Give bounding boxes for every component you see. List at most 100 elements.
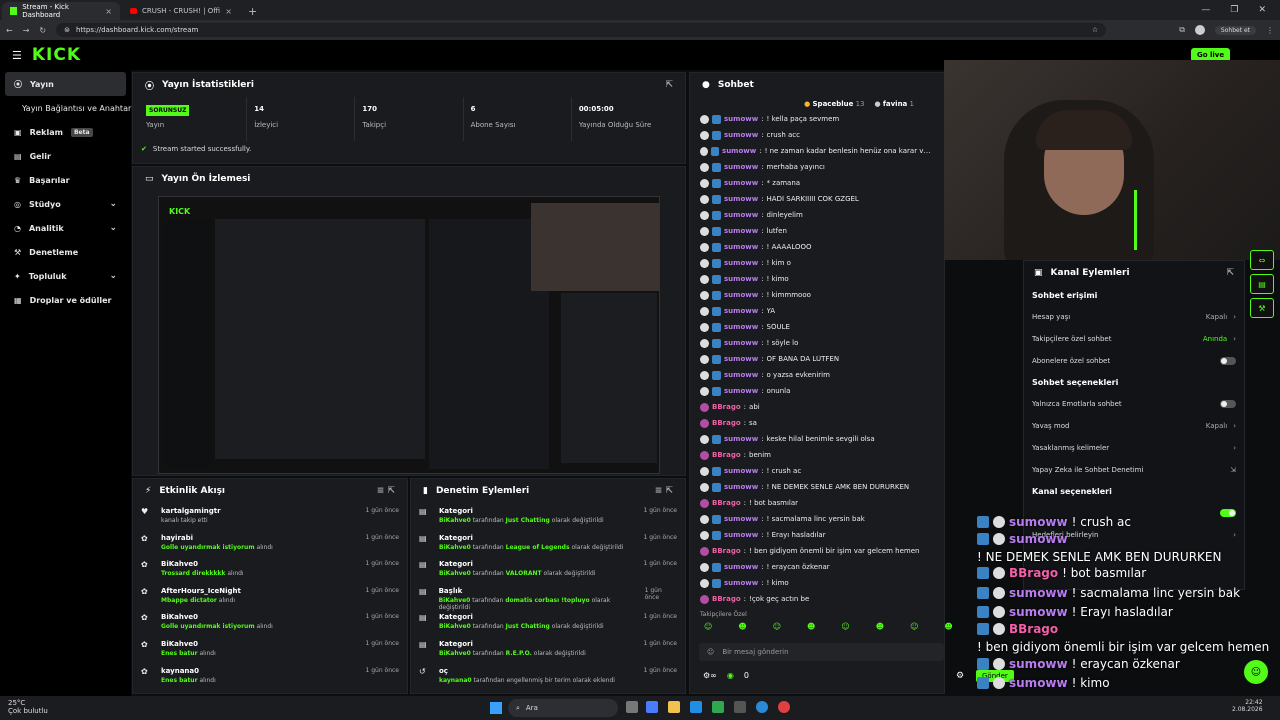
sidebar-item-gelir[interactable]: ▤ Gelir — [0, 144, 131, 168]
taskbar-app-icon[interactable] — [646, 701, 658, 713]
chat-message[interactable]: BBrago: benim — [690, 447, 944, 463]
emote-icon[interactable]: ☺ — [841, 622, 849, 631]
sidebar-item-studyo[interactable]: ◎ Stüdyo ⌄ — [0, 192, 131, 216]
chat-username[interactable]: sumoww — [724, 115, 758, 123]
sidebar-item-denetleme[interactable]: ⚒ Denetleme — [0, 240, 131, 264]
popout-icon[interactable]: ⇱ — [1226, 268, 1234, 278]
emote-icon[interactable]: ☺ — [910, 622, 918, 631]
rail-wrench-icon[interactable]: ⚒ — [1250, 298, 1274, 318]
chat-username[interactable]: sumoww — [724, 371, 758, 379]
browser-tab-kick[interactable]: Stream - Kick Dashboard × — [2, 2, 120, 20]
chat-username[interactable]: sumoww — [724, 163, 758, 171]
channel-action-row[interactable]: Yalnızca Emotlarla sohbet — [1024, 393, 1244, 415]
moderation-item[interactable]: ▤ Kategori BiKahve0 tarafından R.E.P.O. ol… — [411, 636, 685, 663]
chat-username[interactable]: sumoww — [724, 515, 758, 523]
chat-message[interactable]: sumoww:! crush ac — [690, 463, 944, 479]
chat-message[interactable]: sumoww: * zamana — [690, 175, 944, 191]
chat-username[interactable]: sumoww — [722, 147, 756, 155]
reload-icon[interactable]: ↻ — [39, 26, 46, 35]
chat-username[interactable]: BBrago — [712, 595, 741, 603]
emote-icon[interactable]: ☺ — [704, 622, 712, 631]
sidebar-item-stream-key[interactable]: Yayın Bağlantısı ve Anahtarı — [0, 96, 133, 120]
rail-link-icon[interactable]: ⇔ — [1250, 250, 1274, 270]
filter-icon[interactable]: ≡ ⇱ — [655, 486, 673, 496]
site-info-icon[interactable]: ⊜ — [64, 26, 70, 34]
taskbar-search[interactable]: ⌕ Ara — [508, 699, 618, 717]
pinned-user[interactable]: ● favina 1 — [875, 100, 915, 108]
chat-username[interactable]: sumoww — [724, 355, 758, 363]
chat-username[interactable]: sumoww — [724, 259, 758, 267]
minimize-icon[interactable]: — — [1201, 5, 1210, 15]
chat-username[interactable]: sumoww — [724, 339, 758, 347]
chat-message[interactable]: sumoww:! kim o — [690, 255, 944, 271]
activity-item[interactable]: ♥ kartalgamingtr kanalı takip etti 1 gün ön… — [133, 503, 407, 530]
chat-message[interactable]: BBrago: abi — [690, 399, 944, 415]
new-tab-button[interactable]: + — [240, 2, 265, 20]
chat-message[interactable]: sumoww:! AAAALOOO — [690, 239, 944, 255]
chat-message[interactable]: sumoww:! kella paça sevmem — [690, 111, 944, 127]
chat-message[interactable]: sumoww: lutfen — [690, 223, 944, 239]
chat-username[interactable]: sumoww — [724, 435, 758, 443]
browser-tab-youtube[interactable]: CRUSH - CRUSH! | Official Music V × — [122, 2, 240, 20]
taskbar-app-icon[interactable] — [690, 701, 702, 713]
channel-action-row[interactable]: Yapay Zeka ile Sohbet Denetimi ⇲ — [1024, 459, 1244, 481]
forward-icon[interactable]: → — [23, 26, 30, 35]
taskbar-app-icon[interactable] — [712, 701, 724, 713]
stream-preview-video[interactable]: KICK — [158, 196, 660, 474]
activity-item[interactable]: ✿ hayirabi Golle uyandırmak istiyorum alın… — [133, 530, 407, 557]
menu-dots-icon[interactable]: ⋮ — [1266, 26, 1274, 35]
activity-item[interactable]: ✿ BiKahve0 Golle uyandırmak istiyorum alın… — [133, 609, 407, 636]
chat-username[interactable]: BBrago — [712, 403, 741, 411]
chat-username[interactable]: sumoww — [724, 563, 758, 571]
emote-icon[interactable]: ☺ — [773, 622, 781, 631]
maximize-icon[interactable]: ❐ — [1230, 5, 1238, 15]
browser-chat-button[interactable]: Sohbet et — [1214, 25, 1256, 35]
activity-item[interactable]: ✿ kaynana0 Enes batur alındı 1 gün önce — [133, 663, 407, 690]
toggle-switch[interactable] — [1220, 357, 1236, 365]
url-field[interactable]: ⊜ https://dashboard.kick.com/stream ☆ — [56, 23, 1107, 37]
moderation-item[interactable]: ▤ Kategori BiKahve0 tarafından Just Chatti… — [411, 609, 685, 636]
channel-action-row[interactable]: Hesap yaşı Kapalı › — [1024, 306, 1244, 328]
chat-username[interactable]: sumoww — [724, 131, 758, 139]
start-icon[interactable] — [490, 702, 502, 714]
hamburger-menu-icon[interactable]: ☰ — [12, 49, 22, 62]
taskbar-app-icon[interactable] — [756, 701, 768, 713]
chat-username[interactable]: sumoww — [724, 211, 758, 219]
channel-action-row[interactable]: Yasaklanmış kelimeler › — [1024, 437, 1244, 459]
chat-username[interactable]: sumoww — [724, 483, 758, 491]
sidebar-item-basarilar[interactable]: ♛ Başarılar — [0, 168, 131, 192]
close-tab-icon[interactable]: × — [105, 7, 112, 16]
chat-settings-icon[interactable]: ⚙ — [956, 671, 964, 681]
taskbar-app-icon[interactable] — [734, 701, 746, 713]
chat-username[interactable]: sumoww — [724, 531, 758, 539]
emoji-icon[interactable]: ☺ — [707, 648, 714, 656]
back-icon[interactable]: ← — [6, 26, 13, 35]
taskbar-app-icon[interactable] — [778, 701, 790, 713]
chat-username[interactable]: sumoww — [724, 387, 758, 395]
chat-message[interactable]: sumoww: merhaba yayıncı — [690, 159, 944, 175]
chat-message[interactable]: sumoww: HADİ SARKIIIII COK GZĞEL — [690, 191, 944, 207]
extensions-icon[interactable]: ⧉ — [1179, 25, 1185, 35]
popout-icon[interactable]: ⇱ — [665, 80, 673, 90]
chat-message[interactable]: sumoww: crush acc — [690, 127, 944, 143]
activity-item[interactable]: ✿ BiKahve0 Enes batur alındı 1 gün önce — [133, 636, 407, 663]
chat-message[interactable]: BBrago:! bot basmılar — [690, 495, 944, 511]
toggle-switch[interactable] — [1220, 400, 1236, 408]
emote-icon[interactable]: ☻ — [876, 622, 884, 631]
channel-action-row[interactable]: Takipçilere özel sohbet Anında › — [1024, 328, 1244, 350]
chat-message[interactable]: sumoww: YA — [690, 303, 944, 319]
chat-message[interactable]: sumoww:! söyle lo — [690, 335, 944, 351]
chat-username[interactable]: sumoww — [724, 243, 758, 251]
close-tab-icon[interactable]: × — [225, 7, 232, 16]
chat-message[interactable]: sumoww:! Erayı hasladılar — [690, 527, 944, 543]
chat-message[interactable]: BBrago: sa — [690, 415, 944, 431]
sidebar-item-yayin[interactable]: ⦿ Yayın — [5, 72, 126, 96]
chat-message[interactable]: sumoww: onunla — [690, 383, 944, 399]
chat-message[interactable]: sumoww: SÖULE — [690, 319, 944, 335]
chat-input[interactable]: ☺ Bir mesaj gönderin — [699, 643, 944, 661]
activity-item[interactable]: ✿ BiKahve0 Trossard direkkkkk alındı 1 gün … — [133, 556, 407, 583]
weather-widget[interactable]: 25°C Çok bulutlu — [8, 700, 48, 715]
settings-icon[interactable]: ⚙∞ — [703, 671, 717, 680]
chat-username[interactable]: BBrago — [712, 451, 741, 459]
chat-message[interactable]: BBrago:! ben gidiyom önemli bir işim var… — [690, 543, 944, 559]
